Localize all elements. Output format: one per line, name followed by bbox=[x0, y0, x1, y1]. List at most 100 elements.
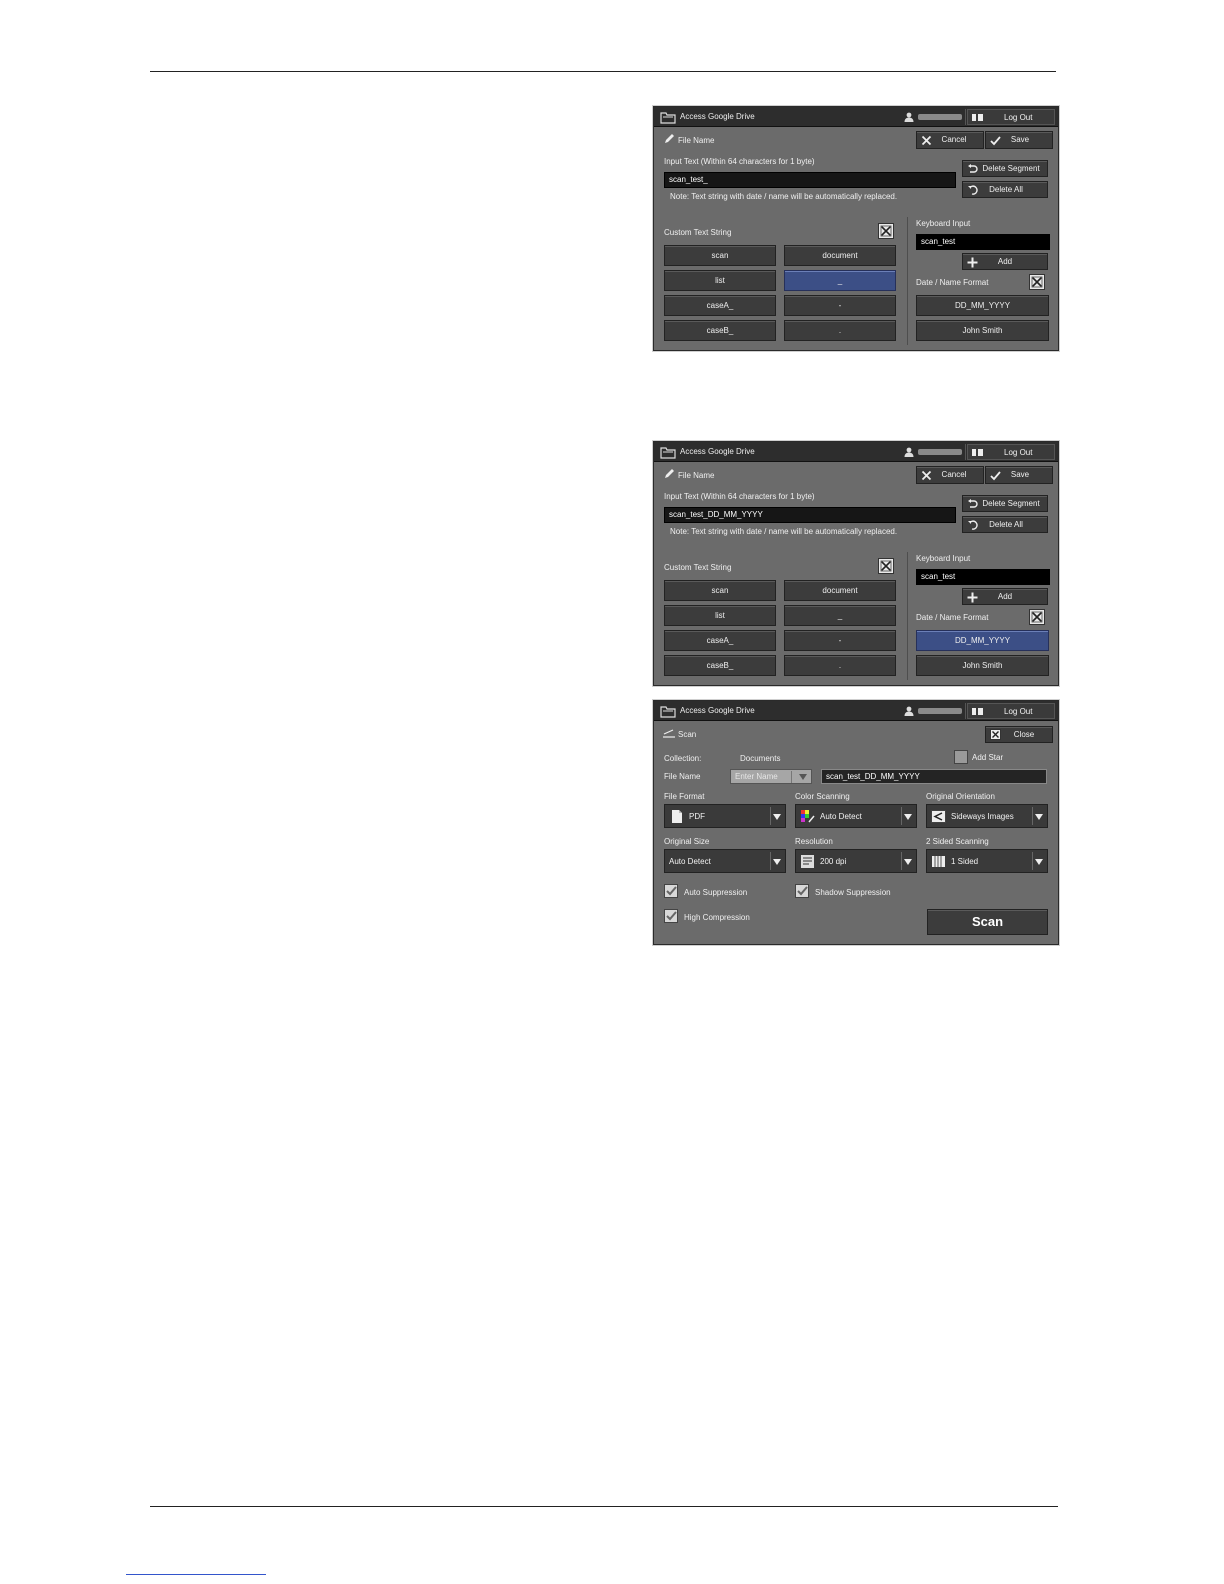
auto-suppression-checkbox[interactable] bbox=[664, 884, 678, 898]
logout-button[interactable]: Log Out bbox=[967, 109, 1055, 125]
custom-text-button[interactable]: - bbox=[784, 630, 896, 651]
logout-icon bbox=[972, 114, 983, 121]
dropdown-separator bbox=[1032, 807, 1033, 825]
original-size-dropdown[interactable]: Auto Detect bbox=[664, 849, 786, 873]
cancel-button[interactable]: Cancel bbox=[916, 131, 984, 149]
save-label: Save bbox=[1010, 135, 1030, 144]
add-star-checkbox[interactable] bbox=[954, 750, 968, 764]
custom-text-button[interactable]: caseB_ bbox=[664, 655, 776, 676]
scan-button[interactable]: Scan bbox=[927, 909, 1048, 935]
custom-text-button[interactable]: document bbox=[784, 580, 896, 601]
file-format-label: File Format bbox=[664, 792, 705, 801]
app-title: Access Google Drive bbox=[680, 706, 755, 715]
save-button[interactable]: Save bbox=[985, 466, 1053, 484]
keyboard-input-label: Keyboard Input bbox=[916, 554, 971, 563]
custom-text-button[interactable]: _ bbox=[784, 270, 896, 291]
custom-text-button[interactable]: caseA_ bbox=[664, 630, 776, 651]
custom-text-button[interactable]: list bbox=[664, 605, 776, 626]
input-text-field[interactable]: scan_test_DD_MM_YYYY bbox=[664, 507, 956, 523]
two-sided-scanning-dropdown[interactable]: 1 Sided bbox=[926, 849, 1048, 873]
close-icon bbox=[921, 135, 932, 146]
clear-custom-text-button[interactable] bbox=[878, 558, 894, 574]
high-compression-checkbox[interactable] bbox=[664, 909, 678, 923]
user-icon bbox=[904, 112, 914, 122]
cancel-button[interactable]: Cancel bbox=[916, 466, 984, 484]
close-label: Close bbox=[1013, 730, 1035, 739]
chevron-down-icon bbox=[904, 859, 912, 865]
sideways-orientation-icon bbox=[931, 810, 946, 823]
delete-all-button[interactable]: Delete All bbox=[962, 516, 1048, 533]
pencil-icon bbox=[665, 134, 674, 143]
scan-icon bbox=[663, 729, 675, 738]
name-format-button[interactable]: John Smith bbox=[916, 655, 1049, 676]
custom-text-button[interactable]: caseB_ bbox=[664, 320, 776, 341]
color-scanning-label: Color Scanning bbox=[795, 792, 850, 801]
clear-date-name-button[interactable] bbox=[1029, 609, 1045, 625]
top-separator bbox=[965, 703, 966, 719]
custom-text-button[interactable]: scan bbox=[664, 580, 776, 601]
clear-icon bbox=[1031, 611, 1043, 623]
top-bar: Access Google Drive Log Out bbox=[654, 701, 1058, 721]
cancel-label: Cancel bbox=[941, 135, 967, 144]
dropdown-separator bbox=[770, 852, 771, 870]
user-name-redacted bbox=[918, 114, 962, 120]
folder-icon bbox=[660, 112, 676, 124]
user-name-redacted bbox=[918, 449, 962, 455]
logout-label: Log Out bbox=[1004, 448, 1033, 457]
logout-button[interactable]: Log Out bbox=[967, 444, 1055, 460]
resolution-label: Resolution bbox=[795, 837, 833, 846]
custom-text-button[interactable]: . bbox=[784, 320, 896, 341]
save-button[interactable]: Save bbox=[985, 131, 1053, 149]
checkmark-icon bbox=[990, 136, 1001, 146]
keyboard-input-field[interactable]: scan_test bbox=[916, 234, 1050, 250]
user-area bbox=[904, 447, 962, 457]
color-scanning-icon bbox=[801, 810, 815, 823]
keyboard-input-field[interactable]: scan_test bbox=[916, 569, 1050, 585]
custom-text-button[interactable]: list bbox=[664, 270, 776, 291]
date-name-format-label: Date / Name Format bbox=[916, 613, 989, 622]
name-format-button[interactable]: John Smith bbox=[916, 320, 1049, 341]
custom-text-button[interactable]: caseA_ bbox=[664, 295, 776, 316]
shadow-suppression-checkbox[interactable] bbox=[795, 884, 809, 898]
original-orientation-dropdown[interactable]: Sideways Images bbox=[926, 804, 1048, 828]
panel-title: File Name bbox=[678, 471, 715, 480]
custom-text-button[interactable]: scan bbox=[664, 245, 776, 266]
add-label: Add bbox=[997, 592, 1013, 601]
input-text-field[interactable]: scan_test_ bbox=[664, 172, 956, 188]
file-name-field[interactable]: scan_test_DD_MM_YYYY bbox=[821, 769, 1047, 784]
logout-button[interactable]: Log Out bbox=[967, 703, 1055, 719]
scan-settings-screen: Access Google Drive Log Out Scan Close C… bbox=[653, 700, 1059, 945]
color-scanning-dropdown[interactable]: Auto Detect bbox=[795, 804, 917, 828]
chevron-down-icon bbox=[773, 859, 781, 865]
custom-text-button[interactable]: - bbox=[784, 295, 896, 316]
delete-segment-button[interactable]: Delete Segment bbox=[962, 160, 1048, 177]
resolution-value: 200 dpi bbox=[820, 857, 847, 866]
delete-all-button[interactable]: Delete All bbox=[962, 181, 1048, 198]
clear-date-name-button[interactable] bbox=[1029, 274, 1045, 290]
date-format-button[interactable]: DD_MM_YYYY bbox=[916, 630, 1049, 651]
date-format-button[interactable]: DD_MM_YYYY bbox=[916, 295, 1049, 316]
delete-segment-button[interactable]: Delete Segment bbox=[962, 495, 1048, 512]
enter-name-dropdown[interactable]: Enter Name bbox=[730, 769, 812, 784]
add-button[interactable]: Add bbox=[962, 588, 1048, 605]
add-button[interactable]: Add bbox=[962, 253, 1048, 270]
top-bar: Access Google Drive Log Out bbox=[654, 442, 1058, 462]
close-icon bbox=[990, 729, 1001, 740]
footer-link-underline[interactable] bbox=[126, 1574, 266, 1575]
custom-text-button[interactable]: . bbox=[784, 655, 896, 676]
close-button[interactable]: Close bbox=[985, 726, 1053, 743]
keyboard-input-label: Keyboard Input bbox=[916, 219, 971, 228]
logout-label: Log Out bbox=[1004, 707, 1033, 716]
high-compression-label: High Compression bbox=[684, 913, 750, 922]
resolution-icon bbox=[801, 855, 814, 868]
clear-custom-text-button[interactable] bbox=[878, 223, 894, 239]
dropdown-separator bbox=[901, 852, 902, 870]
file-format-dropdown[interactable]: PDF bbox=[664, 804, 786, 828]
custom-text-button[interactable]: _ bbox=[784, 605, 896, 626]
dropdown-separator bbox=[901, 807, 902, 825]
custom-text-button[interactable]: document bbox=[784, 245, 896, 266]
checkmark-icon bbox=[797, 886, 808, 896]
pencil-icon bbox=[665, 469, 674, 478]
original-size-label: Original Size bbox=[664, 837, 710, 846]
resolution-dropdown[interactable]: 200 dpi bbox=[795, 849, 917, 873]
